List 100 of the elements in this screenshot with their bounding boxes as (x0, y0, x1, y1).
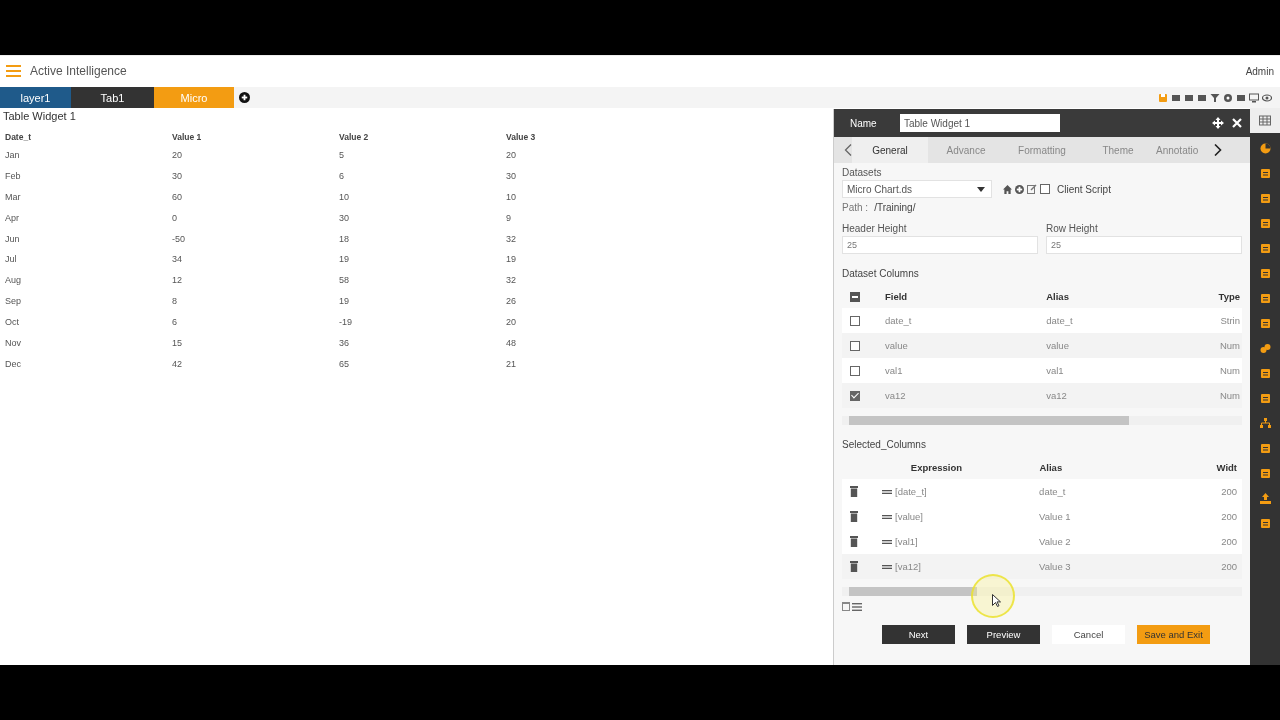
horizontal-scrollbar[interactable] (842, 587, 1242, 596)
section-title: Selected_Columns (842, 439, 927, 450)
caret-icon (977, 186, 985, 192)
column-header: Date_t (4, 131, 32, 144)
table-cell-text: 6 (338, 169, 345, 183)
table-cell-text: 12 (171, 274, 183, 288)
table-cell-text: 18 (338, 232, 350, 246)
row-height-field[interactable]: 25 (1046, 236, 1242, 254)
horizontal-scrollbar[interactable] (842, 416, 1242, 425)
table-cell-text: 10 (505, 190, 517, 204)
path-label: Path : (842, 202, 869, 213)
action-button[interactable]: Cancel (1052, 625, 1125, 644)
datasets-label: Datasets (842, 167, 883, 178)
column-header: Alias (1038, 462, 1064, 473)
table-cell-text: Nov (4, 337, 22, 350)
name-field[interactable]: Table Widget 1 (900, 114, 1060, 132)
filter-icon[interactable] (1210, 92, 1220, 103)
table-cell-text: 32 (505, 232, 517, 246)
table-cell-text: 48 (505, 337, 517, 350)
table-cell-text: 65 (338, 357, 350, 371)
table-cell-text: 20 (505, 316, 517, 330)
column-header: Alias (1045, 291, 1070, 302)
eye-icon[interactable] (1262, 92, 1272, 103)
home-icon[interactable] (1003, 184, 1012, 194)
table-cell-text: value (1045, 340, 1070, 351)
table-cell: [value] (895, 511, 923, 522)
dataset-dropdown[interactable]: Micro Chart.ds (842, 180, 992, 198)
checkbox[interactable] (850, 315, 860, 326)
column-header: Value 3 (505, 131, 537, 144)
monitor-icon[interactable] (1249, 92, 1259, 103)
drag-handle-icon[interactable] (882, 489, 892, 494)
action-button[interactable]: Next (882, 625, 955, 644)
table-cell-text: 200 (1220, 561, 1238, 572)
action-button[interactable]: Preview (967, 625, 1040, 644)
table-cell-text: 30 (338, 211, 350, 225)
settings-icon[interactable] (1223, 92, 1233, 103)
table-cell-text: 26 (505, 295, 517, 309)
table-cell-text: 9 (505, 211, 512, 225)
column-header: Value 1 (171, 131, 203, 144)
header-height-field[interactable]: 25 (842, 236, 1038, 254)
chevron-right-icon[interactable] (1214, 144, 1222, 156)
table-cell-text: 8 (171, 295, 178, 309)
edit-icon[interactable] (1027, 184, 1037, 194)
action-button[interactable]: Save and Exit (1137, 625, 1210, 644)
drag-handle-icon[interactable] (882, 564, 892, 569)
table-cell-text: 15 (171, 337, 183, 350)
select-all-checkbox[interactable] (850, 291, 860, 302)
table-cell-text: Oct (4, 316, 20, 330)
client-script-label: Client Script (1057, 183, 1111, 195)
table-cell-text: Apr (4, 211, 20, 225)
table-cell-text: Aug (4, 274, 22, 288)
name-label: Name (850, 117, 878, 129)
table-cell-text: 19 (338, 295, 350, 309)
table-cell-text: 42 (171, 357, 183, 371)
move-icon[interactable] (1212, 117, 1224, 129)
column-header: Value 2 (338, 131, 370, 144)
table-cell-text: Value 2 (1038, 536, 1072, 547)
checkbox[interactable] (1040, 184, 1050, 194)
tab[interactable]: General (852, 137, 928, 163)
add-icon[interactable] (1015, 184, 1024, 194)
table-cell-text: Sep (4, 295, 22, 309)
upload-icon[interactable] (1259, 493, 1271, 504)
widget-title: Table Widget 1 (3, 110, 77, 122)
table-cell-text: value (884, 340, 909, 351)
add-icon[interactable] (239, 92, 250, 103)
table-cell-text: 32 (505, 274, 517, 288)
user-name[interactable]: Admin (1245, 65, 1274, 77)
column-header: Widt (1215, 462, 1238, 473)
table-cell-text: Mar (4, 190, 22, 204)
drag-handle-icon[interactable] (882, 539, 892, 544)
chevron-left-icon[interactable] (844, 144, 852, 156)
checkbox[interactable] (850, 340, 860, 351)
table-cell-text: 10 (338, 190, 350, 204)
table-cell-text: 21 (505, 357, 517, 371)
hierarchy-icon[interactable] (1259, 418, 1271, 429)
table-cell-text: 20 (171, 149, 183, 162)
table-cell-text: 30 (171, 169, 183, 183)
table-cell-text: 19 (338, 253, 350, 267)
table-cell-text: 20 (505, 149, 517, 162)
table-cell-text: Value 3 (1038, 561, 1072, 572)
close-icon[interactable] (1232, 118, 1242, 128)
tab[interactable]: layer1 (0, 87, 71, 108)
column-header: Type (1217, 291, 1241, 302)
shapes-icon[interactable] (1259, 343, 1271, 354)
table-cell-text: 200 (1220, 536, 1238, 547)
table-cell-text: 30 (505, 169, 517, 183)
table-cell-text: va12 (1045, 390, 1068, 401)
list-icon[interactable] (852, 602, 862, 611)
table-cell-text: 200 (1220, 511, 1238, 522)
checkbox[interactable] (850, 390, 860, 401)
table-cell-text: Num (1218, 340, 1241, 351)
table-cell-text: 60 (171, 190, 183, 204)
table-cell-text: Num (1218, 390, 1241, 401)
table-cell-text: Jan (4, 149, 21, 162)
pie-chart-icon[interactable] (1259, 143, 1271, 154)
drag-handle-icon[interactable] (882, 514, 892, 519)
checkbox[interactable] (850, 365, 860, 376)
tab[interactable]: Tab1 (71, 87, 154, 108)
table-cell-text: Jun (4, 232, 21, 246)
table-cell-text: -19 (338, 316, 353, 330)
